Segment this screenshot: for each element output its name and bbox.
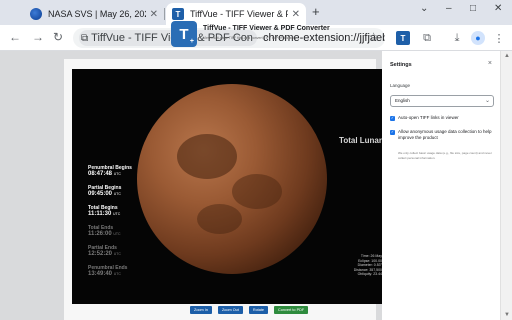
new-tab-button[interactable]: +: [312, 4, 320, 19]
viewer-controls: Zoom In Zoom Out Rotate Convert to PDF: [190, 306, 309, 314]
app-subtitle: View multi-page TIFF files and convert T…: [203, 36, 297, 40]
nasa-favicon-icon: [30, 8, 42, 20]
zoom-in-button[interactable]: Zoom In: [190, 306, 212, 314]
bookmark-star-icon[interactable]: ☆: [368, 30, 379, 44]
tab-close-icon[interactable]: ✕: [292, 9, 300, 20]
lunar-eclipse-image: [137, 84, 327, 274]
reload-icon[interactable]: ↻: [53, 30, 63, 44]
app-title: TiffVue - TIFF Viewer & PDF Converter: [203, 25, 330, 32]
tiffvue-logo-icon: T +: [171, 21, 197, 47]
tab-search-icon[interactable]: ⌄: [420, 3, 428, 14]
profile-avatar-icon[interactable]: ●: [471, 31, 485, 45]
download-icon[interactable]: ⤓: [450, 31, 464, 45]
maximize-button[interactable]: □: [470, 3, 476, 14]
auto-open-label: Auto-open TIFF links in viewer: [398, 115, 459, 120]
language-select[interactable]: English ⌄: [390, 95, 494, 107]
menu-kebab-icon[interactable]: ⋮: [492, 31, 506, 45]
tab-title: NASA SVS | May 26, 2021 Total: [48, 9, 146, 19]
scroll-down-icon[interactable]: ▼: [504, 312, 510, 318]
tiff-image-viewer[interactable]: Total Lunar Penumbral Begins 08:47:48 UT…: [72, 69, 382, 304]
convert-to-pdf-button[interactable]: Convert to PDF: [274, 306, 309, 314]
tab-strip: NASA SVS | May 26, 2021 Total ✕ T TiffVu…: [0, 0, 512, 25]
analytics-checkbox[interactable]: ✓: [390, 129, 395, 135]
privacy-note: We only collect basic usage data (e.g., …: [398, 151, 492, 160]
settings-title: Settings: [390, 62, 412, 68]
back-arrow-icon[interactable]: ←: [9, 30, 21, 44]
analytics-setting: ✓ Allow anonymous usage data collection …: [390, 129, 494, 141]
event-penumbral-ends: Penumbral Ends 13:49:40 UTC: [88, 265, 128, 277]
rotate-button[interactable]: Rotate: [248, 306, 269, 314]
extension-puzzle-icon: ⧉: [81, 32, 89, 44]
language-label: Language: [390, 83, 411, 88]
zoom-out-button[interactable]: Zoom Out: [217, 306, 243, 314]
panel-scrollbar[interactable]: ▲ ▼: [500, 51, 512, 320]
tiffvue-extension-icon[interactable]: T: [396, 31, 410, 45]
analytics-label: Allow anonymous usage data collection to…: [398, 129, 492, 140]
minimize-button[interactable]: –: [446, 3, 452, 14]
tiffvue-favicon-icon: T: [172, 8, 184, 20]
event-total-begins: Total Begins 11:11:30 UTC: [88, 205, 121, 217]
forward-arrow-icon[interactable]: →: [32, 30, 44, 44]
image-title: Total Lunar: [339, 136, 382, 145]
event-partial-ends: Partial Ends 12:52:20 UTC: [88, 245, 121, 257]
auto-open-checkbox[interactable]: ✓: [390, 115, 395, 121]
event-total-ends: Total Ends 11:26:00 UTC: [88, 225, 121, 237]
auto-open-setting: ✓ Auto-open TIFF links in viewer: [390, 115, 494, 121]
close-icon[interactable]: ×: [488, 60, 492, 67]
tab-separator: [164, 8, 165, 20]
scroll-up-icon[interactable]: ▲: [504, 53, 510, 59]
event-partial-begins: Partial Begins 09:45:00 UTC: [88, 185, 122, 197]
settings-panel: Settings × Language English ⌄ ✓ Auto-ope…: [382, 51, 500, 320]
tab-close-icon[interactable]: ✕: [150, 9, 158, 20]
event-penumbral-begins: Penumbral Begins 08:47:48 UTC: [88, 165, 132, 177]
chevron-down-icon: ⌄: [484, 98, 490, 104]
tab-nasa-svs[interactable]: NASA SVS | May 26, 2021 Total ✕: [24, 3, 164, 25]
extensions-icon[interactable]: ⧉: [420, 31, 434, 45]
image-stats: Time: 26 May Eclipse: 100.00 Diameter: 0…: [353, 254, 382, 276]
tab-title: TiffVue - TIFF Viewer & PDF C: [190, 9, 288, 19]
close-window-button[interactable]: ✕: [494, 3, 502, 14]
